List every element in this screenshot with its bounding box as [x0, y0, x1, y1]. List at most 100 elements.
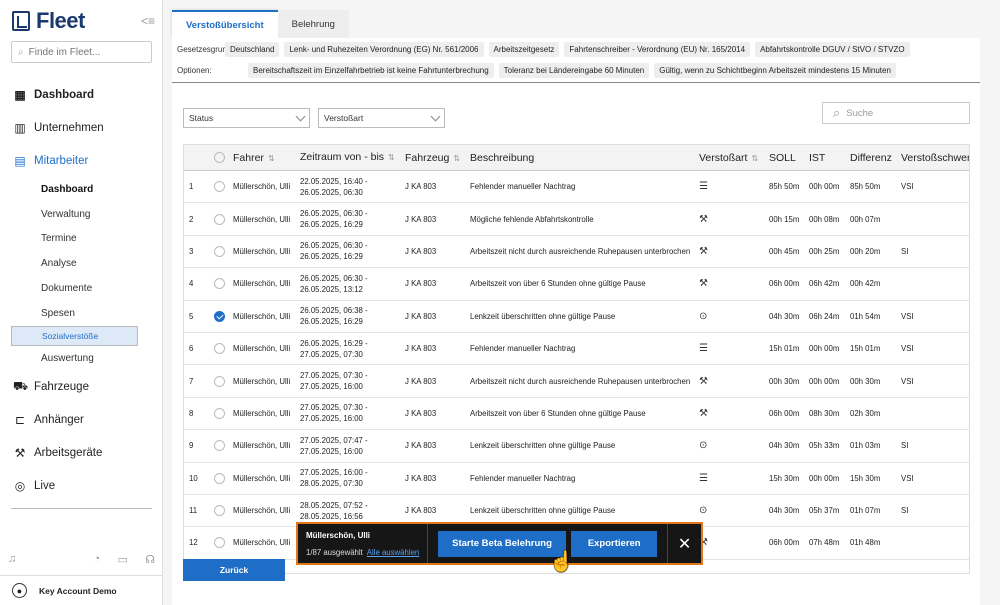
- soll-cell: 06h 00m: [769, 538, 800, 548]
- brand[interactable]: Fleet: [12, 8, 85, 34]
- subnav-sozialverstoesse[interactable]: Sozialverstöße: [11, 325, 138, 346]
- select-all-radio[interactable]: [214, 152, 225, 163]
- nav-label: Fahrzeuge: [34, 381, 89, 394]
- driver-cell: Müllerschön, Ulli: [233, 182, 291, 192]
- description-cell: Arbeitszeit von über 6 Stunden ohne gült…: [470, 279, 646, 289]
- nav-mitarbeiter[interactable]: ▤ Mitarbeiter: [0, 144, 163, 177]
- row-select-radio[interactable]: [214, 407, 225, 419]
- account[interactable]: ● Key Account Demo: [0, 575, 163, 605]
- soll-cell: 06h 00m: [769, 408, 800, 418]
- table-row[interactable]: 8 Müllerschön, Ulli 27.05.2025, 07:30 -27.…: [184, 398, 969, 431]
- subnav-termine[interactable]: Termine: [0, 227, 163, 252]
- subnav-auswertung[interactable]: Auswertung: [0, 346, 163, 371]
- soll-cell: 00h 15m: [769, 214, 800, 224]
- row-select-radio[interactable]: [214, 440, 225, 452]
- description-cell: Fehlender manueller Nachtrag: [470, 344, 576, 354]
- table-search[interactable]: ⌕ Suche: [822, 102, 970, 124]
- ist-cell: 00h 00m: [809, 182, 840, 192]
- vehicle-cell: J KA 803: [405, 473, 437, 483]
- nav-dashboard[interactable]: ▦ Dashboard: [0, 78, 163, 111]
- export-button[interactable]: Exportieren: [571, 530, 658, 557]
- back-button[interactable]: Zurück: [183, 559, 285, 581]
- support-icon[interactable]: ◔: [94, 553, 101, 566]
- law-chip: Arbeitszeitgesetz: [488, 42, 560, 57]
- headset-icon[interactable]: ☊: [145, 553, 155, 566]
- row-select-radio[interactable]: [214, 505, 225, 517]
- vehicle-cell: J KA 803: [405, 279, 437, 289]
- row-select-radio[interactable]: [214, 181, 225, 193]
- table-row[interactable]: 6 Müllerschön, Ulli 26.05.2025, 16:29 -27.…: [184, 333, 969, 366]
- ist-cell: 00h 00m: [809, 344, 840, 354]
- diff-cell: 02h 30m: [850, 408, 881, 418]
- table-row[interactable]: 2 Müllerschön, Ulli 26.05.2025, 06:30 -26.…: [184, 203, 969, 236]
- nav-anhaenger[interactable]: ⊏ Anhänger: [0, 404, 163, 437]
- selection-info: Müllerschön, Ulli 1/87 ausgewählt Alle au…: [298, 524, 428, 563]
- type-select[interactable]: Verstoßart: [318, 108, 445, 128]
- diff-cell: 85h 50m: [850, 182, 881, 192]
- header-soll: SOLL: [769, 151, 796, 164]
- severity-cell: VSI: [901, 376, 914, 386]
- start-beta-belehrung-button[interactable]: Starte Beta Belehrung: [437, 530, 567, 557]
- steering-wheel-icon: ⊙: [699, 310, 708, 322]
- table-body: 1 Müllerschön, Ulli 22.05.2025, 16:40 -26.…: [184, 171, 969, 560]
- sidebar-search[interactable]: ⌕: [11, 41, 152, 63]
- table-row[interactable]: 10 Müllerschön, Ulli 27.05.2025, 16:00 -28…: [184, 463, 969, 495]
- subnav-spesen[interactable]: Spesen: [0, 301, 163, 326]
- header-ist: IST: [809, 151, 826, 164]
- subnav-dokumente[interactable]: Dokumente: [0, 276, 163, 301]
- collapse-sidebar-icon[interactable]: <≡: [141, 14, 155, 28]
- close-icon[interactable]: ✕: [667, 524, 701, 563]
- status-select[interactable]: Status: [183, 108, 310, 128]
- diff-cell: 01h 54m: [850, 311, 881, 321]
- tab-verstossuebersicht[interactable]: Verstoßübersicht: [172, 10, 278, 38]
- period-cell: 26.05.2025, 06:30 -26.05.2025, 16:29: [300, 209, 368, 230]
- subnav-analyse[interactable]: Analyse: [0, 251, 163, 276]
- table-row[interactable]: 9 Müllerschön, Ulli 27.05.2025, 07:47 -27.…: [184, 430, 969, 463]
- nav-live[interactable]: ◎ Live: [0, 470, 163, 503]
- account-name: Key Account Demo: [39, 585, 117, 596]
- selection-count: 1/87 ausgewählt Alle auswählen: [306, 547, 420, 557]
- sort-icon: ⇅: [388, 153, 395, 162]
- sort-icon: ⇅: [453, 153, 461, 163]
- select-all-link[interactable]: Alle auswählen: [367, 548, 419, 557]
- table-row[interactable]: 7 Müllerschön, Ulli 27.05.2025, 07:30 -27.…: [184, 365, 969, 398]
- row-select-radio[interactable]: [214, 278, 225, 290]
- row-select-radio[interactable]: [214, 213, 225, 225]
- steering-wheel-icon: ⊙: [699, 440, 708, 452]
- soll-cell: 00h 45m: [769, 246, 800, 256]
- sort-icon: ⇅: [751, 153, 759, 163]
- row-number: 12: [189, 538, 198, 548]
- chevron-down-icon: [430, 111, 441, 121]
- header-fahrer[interactable]: Fahrer ⇅: [233, 152, 300, 164]
- hand-cursor-icon: ☝: [549, 551, 574, 573]
- table-row[interactable]: 4 Müllerschön, Ulli 26.05.2025, 06:30 -26.…: [184, 268, 969, 301]
- row-select-radio[interactable]: [214, 245, 225, 257]
- period-cell: 27.05.2025, 07:30 -27.05.2025, 16:00: [300, 371, 368, 392]
- card-icon[interactable]: ▭: [118, 553, 128, 566]
- table-row[interactable]: 1 Müllerschön, Ulli 22.05.2025, 16:40 -26.…: [184, 171, 969, 204]
- main-area: Verstoßübersicht Belehrung Gesetzesgrund…: [163, 0, 1000, 605]
- row-select-radio[interactable]: [214, 310, 225, 322]
- sidebar-search-input[interactable]: [28, 46, 139, 58]
- nav-arbeitsgeraete[interactable]: ⚒ Arbeitsgeräte: [0, 437, 163, 470]
- row-select-radio[interactable]: [214, 375, 225, 387]
- nav-unternehmen[interactable]: ▥ Unternehmen: [0, 111, 163, 144]
- header-fahrzeug[interactable]: Fahrzeug ⇅: [405, 152, 470, 164]
- row-select-radio[interactable]: [214, 343, 225, 355]
- row-number: 1: [189, 182, 194, 192]
- law-chip: Deutschland: [225, 42, 280, 57]
- diff-cell: 00h 20m: [850, 246, 881, 256]
- driver-cell: Müllerschön, Ulli: [233, 344, 291, 354]
- subnav-dashboard[interactable]: Dashboard: [0, 177, 163, 202]
- row-select-radio[interactable]: [214, 537, 225, 549]
- table-row[interactable]: 3 Müllerschön, Ulli 26.05.2025, 06:30 -26.…: [184, 236, 969, 269]
- tab-belehrung[interactable]: Belehrung: [277, 10, 349, 38]
- header-verstossart[interactable]: Verstoßart ⇅: [699, 152, 769, 164]
- nav-fahrzeuge[interactable]: ⛟ Fahrzeuge: [0, 371, 163, 404]
- subnav-verwaltung[interactable]: Verwaltung: [0, 202, 163, 227]
- table-row[interactable]: 5 Müllerschön, Ulli 26.05.2025, 06:38 -26.…: [184, 301, 969, 333]
- ist-cell: 08h 30m: [809, 408, 840, 418]
- bell-icon[interactable]: ♫: [8, 553, 16, 566]
- row-select-radio[interactable]: [214, 472, 225, 484]
- header-zeitraum[interactable]: Zeitraum von - bis ⇅: [300, 152, 405, 163]
